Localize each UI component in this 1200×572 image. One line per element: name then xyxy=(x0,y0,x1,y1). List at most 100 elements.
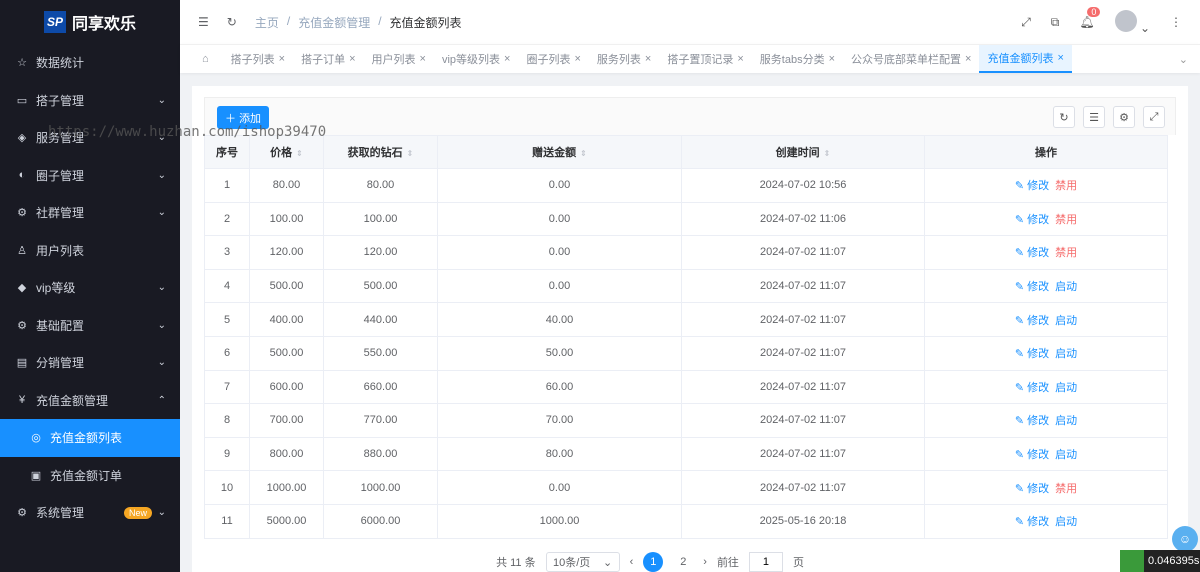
more-icon[interactable]: ⋮ xyxy=(1170,15,1182,29)
toggle-status-button[interactable]: 启动 xyxy=(1055,382,1077,394)
column-header[interactable]: 创建时间 ⇕ xyxy=(681,135,925,169)
menu-icon: ♙ xyxy=(17,244,27,257)
close-icon[interactable]: × xyxy=(737,53,743,65)
sidebar-item-label: 圈子管理 xyxy=(36,168,85,183)
timer-badge: 0.046395s xyxy=(1120,550,1200,572)
cell: 50.00 xyxy=(437,335,682,371)
toggle-status-button[interactable]: 启动 xyxy=(1055,281,1077,293)
breadcrumb-parent[interactable]: 充值金额管理 xyxy=(298,14,370,31)
sidebar-item-10[interactable]: ◎ 充值金额列表 xyxy=(0,419,180,457)
collapse-menu-icon[interactable]: ☰ xyxy=(198,15,209,29)
page-1[interactable]: 1 xyxy=(643,552,664,572)
edit-button[interactable]: ✎ 修改 xyxy=(1015,483,1049,495)
toggle-status-button[interactable]: 启动 xyxy=(1055,415,1077,427)
column-header[interactable]: 赠送金额 ⇕ xyxy=(437,135,682,169)
tab-label: 圈子列表 xyxy=(526,54,571,66)
refresh-table-icon[interactable]: ↻ xyxy=(1053,106,1075,128)
tab-1[interactable]: 搭子订单 × xyxy=(293,45,363,73)
toggle-status-button[interactable]: 禁用 xyxy=(1055,483,1077,495)
tab-8[interactable]: 公众号底部菜单栏配置 × xyxy=(843,45,979,73)
cell: 6 xyxy=(204,335,250,371)
toggle-status-button[interactable]: 启动 xyxy=(1055,348,1077,360)
tab-0[interactable]: 搭子列表 × xyxy=(223,45,293,73)
tab-4[interactable]: 圈子列表 × xyxy=(518,45,588,73)
refresh-icon[interactable]: ↻ xyxy=(227,15,237,29)
toggle-status-button[interactable]: 启动 xyxy=(1055,315,1077,327)
edit-button[interactable]: ✎ 修改 xyxy=(1015,382,1049,394)
tab-7[interactable]: 服务tabs分类 × xyxy=(752,45,843,73)
translate-icon[interactable]: ⧉ xyxy=(1051,15,1060,30)
sort-icon[interactable]: ⇕ xyxy=(407,149,414,158)
toggle-status-button[interactable]: 启动 xyxy=(1055,516,1077,528)
sidebar-item-4[interactable]: ⚙ 社群管理 ⌄ xyxy=(0,194,180,232)
toggle-status-button[interactable]: 禁用 xyxy=(1055,214,1077,226)
edit-button[interactable]: ✎ 修改 xyxy=(1015,247,1049,259)
sidebar-item-label: 社群管理 xyxy=(36,206,85,221)
bell-icon[interactable]: 🔔︎ 0 xyxy=(1079,7,1101,29)
goto-page-input[interactable] xyxy=(748,552,783,572)
tab-3[interactable]: vip等级列表 × xyxy=(434,45,519,73)
close-icon[interactable]: × xyxy=(645,53,651,65)
chat-icon[interactable]: ☺ xyxy=(1172,526,1198,552)
user-menu[interactable]: ⌄ xyxy=(1114,9,1150,35)
tabs-dropdown-icon[interactable]: ⌄ xyxy=(1167,45,1200,73)
sidebar-item-9[interactable]: ¥ 充值金额管理 ⌃ xyxy=(0,382,180,420)
tab-label: 搭子列表 xyxy=(230,54,275,66)
close-icon[interactable]: × xyxy=(574,53,580,65)
close-icon[interactable]: × xyxy=(279,53,285,65)
sidebar-item-7[interactable]: ⚙ 基础配置 ⌄ xyxy=(0,307,180,345)
edit-button[interactable]: ✎ 修改 xyxy=(1015,281,1049,293)
edit-button[interactable]: ✎ 修改 xyxy=(1015,449,1049,461)
tab-2[interactable]: 用户列表 × xyxy=(364,45,434,73)
tab-home-icon[interactable]: ⌂ xyxy=(180,45,223,73)
sidebar-item-6[interactable]: ◆ vip等级 ⌄ xyxy=(0,269,180,307)
column-settings-icon[interactable]: ⚙ xyxy=(1113,106,1135,128)
sidebar-item-11[interactable]: ▣ 充值金额订单 xyxy=(0,457,180,495)
column-header[interactable]: 获取的钻石 ⇕ xyxy=(323,135,438,169)
density-icon[interactable]: ☰ xyxy=(1083,106,1105,128)
edit-button[interactable]: ✎ 修改 xyxy=(1015,415,1049,427)
tab-9[interactable]: 充值金额列表 × xyxy=(979,45,1072,73)
close-icon[interactable]: × xyxy=(1057,52,1063,64)
close-icon[interactable]: × xyxy=(504,53,510,65)
next-page[interactable]: › xyxy=(703,556,707,568)
page-suffix: 页 xyxy=(792,557,804,569)
sidebar-item-8[interactable]: ▤ 分销管理 ⌄ xyxy=(0,344,180,382)
column-header[interactable]: 价格 ⇕ xyxy=(249,135,324,169)
fullscreen-table-icon[interactable]: ⤢ xyxy=(1143,106,1165,128)
page-size-select[interactable]: 10条/页 ⌄ xyxy=(545,552,620,572)
cell: 80.00 xyxy=(323,168,438,203)
menu-icon: ⚙ xyxy=(17,207,27,220)
sidebar-item-5[interactable]: ♙ 用户列表 xyxy=(0,232,180,270)
tab-6[interactable]: 搭子置顶记录 × xyxy=(659,45,751,73)
edit-button[interactable]: ✎ 修改 xyxy=(1015,348,1049,360)
sort-icon[interactable]: ⇕ xyxy=(580,149,587,158)
tab-5[interactable]: 服务列表 × xyxy=(589,45,659,73)
close-icon[interactable]: × xyxy=(349,53,355,65)
breadcrumb-home[interactable]: 主页 xyxy=(255,14,279,31)
logo: SP 同享欢乐 xyxy=(0,0,180,44)
edit-button[interactable]: ✎ 修改 xyxy=(1015,516,1049,528)
toggle-status-button[interactable]: 启动 xyxy=(1055,449,1077,461)
page-2[interactable]: 2 xyxy=(673,552,693,572)
toggle-status-button[interactable]: 禁用 xyxy=(1055,247,1077,259)
toggle-status-button[interactable]: 禁用 xyxy=(1055,180,1077,192)
edit-button[interactable]: ✎ 修改 xyxy=(1015,315,1049,327)
sidebar-item-0[interactable]: ☆ 数据统计 xyxy=(0,44,180,82)
fullscreen-icon[interactable]: ⤢ xyxy=(1021,15,1031,30)
edit-button[interactable]: ✎ 修改 xyxy=(1015,180,1049,192)
sidebar-item-12[interactable]: ⚙ 系统管理 New ⌄ xyxy=(0,494,180,532)
sidebar-item-3[interactable]: ◐ 圈子管理 ⌄ xyxy=(0,157,180,195)
prev-page[interactable]: ‹ xyxy=(630,556,634,568)
sort-icon[interactable]: ⇕ xyxy=(824,149,831,158)
add-button[interactable]: ＋ 添加 xyxy=(217,106,270,129)
cell: 1000.00 xyxy=(437,503,682,539)
menu-icon: ◐ xyxy=(18,169,26,182)
sidebar-item-2[interactable]: ◈ 服务管理 ⌄ xyxy=(0,119,180,157)
edit-button[interactable]: ✎ 修改 xyxy=(1015,214,1049,226)
close-icon[interactable]: × xyxy=(829,53,835,65)
close-icon[interactable]: × xyxy=(965,53,971,65)
sidebar-item-1[interactable]: ▭ 搭子管理 ⌄ xyxy=(0,82,180,120)
sort-icon[interactable]: ⇕ xyxy=(296,149,303,158)
close-icon[interactable]: × xyxy=(420,53,426,65)
